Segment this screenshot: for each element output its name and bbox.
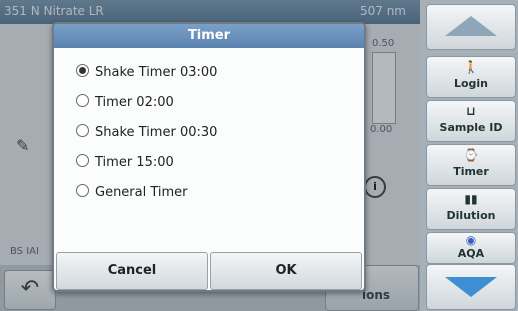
option-general-timer[interactable]: General Timer (76, 184, 188, 208)
timer-button[interactable]: ⌚ Timer (426, 144, 516, 186)
dialog-title: Timer (54, 24, 364, 48)
beaker-icon: ⊔ (466, 104, 476, 118)
option-shake-timer-30s[interactable]: Shake Timer 00:30 (76, 124, 217, 148)
aqa-icon: ◉ (465, 233, 477, 247)
down-arrow-icon (445, 277, 497, 297)
person-icon: 🚶 (463, 60, 479, 74)
radio-icon (76, 124, 89, 137)
timer-dialog: Timer Shake Timer 03:00 Timer 02:00 Shak… (52, 22, 366, 292)
ok-button[interactable]: OK (210, 252, 362, 290)
timer-icon: ⌚ (463, 148, 479, 162)
right-panel: 🚶 Login ⊔ Sample ID ⌚ Timer ▮▮ Dilution … (420, 0, 518, 311)
option-timer-15[interactable]: Timer 15:00 (76, 154, 174, 178)
radio-icon (76, 184, 89, 197)
cancel-button[interactable]: Cancel (56, 252, 208, 290)
option-timer-2[interactable]: Timer 02:00 (76, 94, 174, 118)
radio-selected-icon (76, 64, 89, 77)
aqa-button[interactable]: ◉ AQA (426, 232, 516, 264)
login-button[interactable]: 🚶 Login (426, 56, 516, 98)
up-arrow-icon (445, 16, 497, 36)
option-shake-timer-3[interactable]: Shake Timer 03:00 (76, 64, 217, 88)
sample-id-button[interactable]: ⊔ Sample ID (426, 100, 516, 142)
scroll-up-button[interactable] (426, 4, 516, 50)
radio-icon (76, 94, 89, 107)
scroll-down-button[interactable] (426, 264, 516, 310)
radio-icon (76, 154, 89, 167)
dilution-icon: ▮▮ (464, 192, 478, 206)
dilution-button[interactable]: ▮▮ Dilution (426, 188, 516, 230)
